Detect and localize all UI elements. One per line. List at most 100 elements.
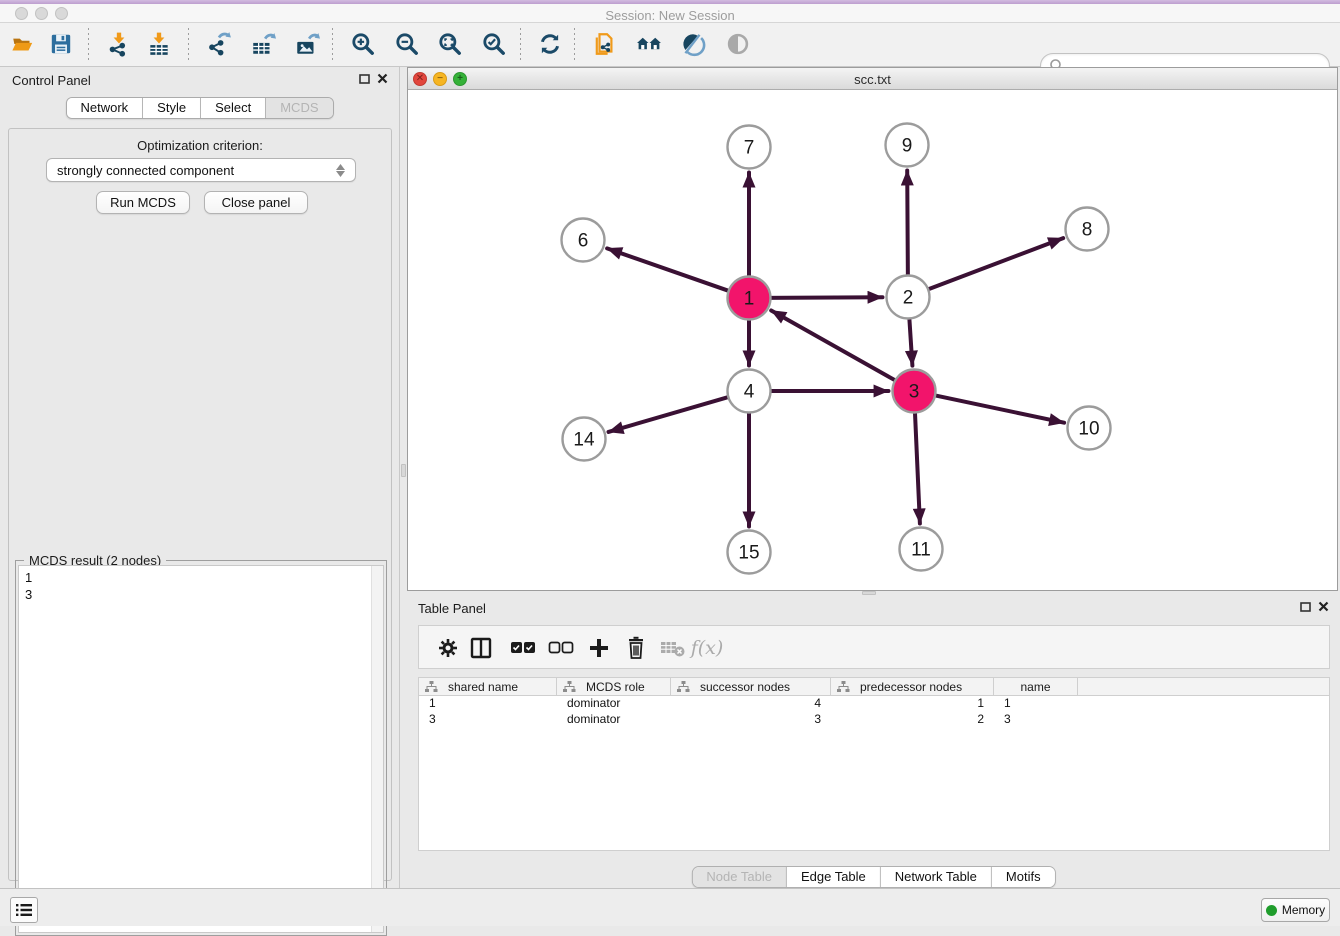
graph-node-6[interactable]: 6 [562,219,605,262]
export-table-icon[interactable] [249,30,276,58]
table-cell[interactable]: 3 [419,712,557,728]
graph-node-2[interactable]: 2 [887,276,930,319]
control-tab-select[interactable]: Select [201,98,266,118]
mcds-tab-content: Optimization criterion: strongly connect… [8,128,392,881]
graph-edge-3-11[interactable] [915,409,920,524]
toolbar-separator [188,28,189,60]
hide-details-eye-icon[interactable] [724,30,751,58]
result-scrollbar[interactable] [371,566,383,932]
table-cell[interactable]: 3 [994,712,1078,728]
import-table-icon[interactable] [145,30,172,58]
table-row[interactable]: 1dominator411 [419,696,1329,712]
list-icon [15,902,33,918]
graph-node-label: 2 [903,288,914,309]
graph-node-7[interactable]: 7 [728,126,771,169]
network-canvas[interactable]: 7 9 6 8 1 2 4 3 14 10 15 11 [408,90,1337,590]
mcds-result-groupbox: MCDS result (2 nodes) 13 [15,560,387,936]
new-network-from-selection-icon[interactable] [592,30,619,58]
export-image-icon[interactable] [293,30,320,58]
network-graph: 7 9 6 8 1 2 4 3 14 10 15 11 [408,90,1337,590]
column-header-name[interactable]: name [994,678,1078,695]
control-tab-style[interactable]: Style [143,98,201,118]
graph-node-10[interactable]: 10 [1068,407,1111,450]
column-header-successor-nodes[interactable]: successor nodes [671,678,831,695]
graph-edge-1-2[interactable] [767,297,883,298]
control-panel-title: Control Panel [12,73,91,88]
zoom-in-icon[interactable] [349,30,376,58]
graph-node-1[interactable]: 1 [728,277,771,320]
table-cell[interactable]: dominator [557,712,671,728]
graph-node-4[interactable]: 4 [728,370,771,413]
graph-edge-4-14[interactable] [609,396,733,432]
select-stepper-icon [336,164,345,177]
table-cell[interactable]: 1 [994,696,1078,712]
delete-column-icon[interactable] [622,634,650,662]
shared-column-icon [563,681,576,693]
zoom-selected-icon[interactable] [480,30,507,58]
show-graphics-details-icon[interactable] [679,30,706,58]
save-session-icon[interactable] [47,30,74,58]
table-cell[interactable]: 4 [671,696,831,712]
table-cell[interactable]: 1 [831,696,994,712]
import-network-icon[interactable] [105,30,132,58]
show-column-icon[interactable] [467,634,495,662]
table-cell[interactable]: dominator [557,696,671,712]
graph-edge-2-9[interactable] [907,171,908,280]
graph-node-9[interactable]: 9 [886,124,929,167]
add-column-icon[interactable] [585,634,613,662]
table-toolbar: f(x) [418,625,1330,669]
column-header-label: MCDS role [586,680,645,694]
graph-node-8[interactable]: 8 [1066,208,1109,251]
column-header-shared-name[interactable]: shared name [419,678,557,695]
export-network-icon[interactable] [205,30,232,58]
title-bar: Session: New Session [0,4,1340,23]
close-table-panel-icon[interactable] [1318,601,1329,612]
zoom-fit-icon[interactable] [436,30,463,58]
graph-node-11[interactable]: 11 [900,528,943,571]
table-row[interactable]: 3dominator323 [419,712,1329,728]
float-panel-icon[interactable] [359,74,370,84]
deselect-all-columns-icon[interactable] [547,634,575,662]
first-neighbors-icon[interactable] [636,30,663,58]
graph-edge-1-6[interactable] [607,248,732,292]
table-panel-tabs: Node TableEdge TableNetwork TableMotifs [691,866,1055,888]
refresh-view-icon[interactable] [536,30,563,58]
table-tab-node-table[interactable]: Node Table [692,867,787,887]
run-mcds-button[interactable]: Run MCDS [96,191,190,214]
control-tab-network[interactable]: Network [66,98,143,118]
close-panel-button[interactable]: Close panel [204,191,308,214]
graph-node-3[interactable]: 3 [893,370,936,413]
optimization-criterion-select[interactable]: strongly connected component [46,158,356,182]
column-header-MCDS-role[interactable]: MCDS role [557,678,671,695]
mcds-result-textarea[interactable]: 13 [18,565,384,933]
task-history-button[interactable] [10,897,38,923]
table-cell[interactable]: 1 [419,696,557,712]
application-window: Session: New Session [0,0,1340,926]
table-tab-edge-table[interactable]: Edge Table [787,867,881,887]
table-tab-network-table[interactable]: Network Table [881,867,992,887]
close-panel-icon[interactable] [377,73,388,84]
table-tab-motifs[interactable]: Motifs [992,867,1055,887]
control-panel-tabs: NetworkStyleSelectMCDS [65,97,333,119]
table-cell[interactable]: 2 [831,712,994,728]
graph-edge-2-3[interactable] [909,315,912,366]
memory-button[interactable]: Memory [1261,898,1330,922]
float-table-panel-icon[interactable] [1300,602,1311,612]
table-options-gear-icon[interactable] [434,634,462,662]
control-tab-mcds[interactable]: MCDS [266,98,332,118]
open-session-icon[interactable] [9,30,36,58]
graph-node-15[interactable]: 15 [728,531,771,574]
column-header-label: shared name [448,680,518,694]
table-cell[interactable]: 3 [671,712,831,728]
graph-edge-3-10[interactable] [931,395,1064,423]
zoom-out-icon[interactable] [393,30,420,58]
graph-node-14[interactable]: 14 [563,418,606,461]
network-window-titlebar[interactable]: ✕ − + scc.txt [408,68,1337,90]
vertical-splitter-handle[interactable] [401,464,406,477]
graph-node-label: 3 [909,382,920,403]
graph-edge-2-8[interactable] [924,238,1063,291]
column-header-predecessor-nodes[interactable]: predecessor nodes [831,678,994,695]
select-all-columns-icon[interactable] [509,634,537,662]
shared-column-icon [837,681,850,693]
graph-edge-3-1[interactable] [771,311,899,383]
